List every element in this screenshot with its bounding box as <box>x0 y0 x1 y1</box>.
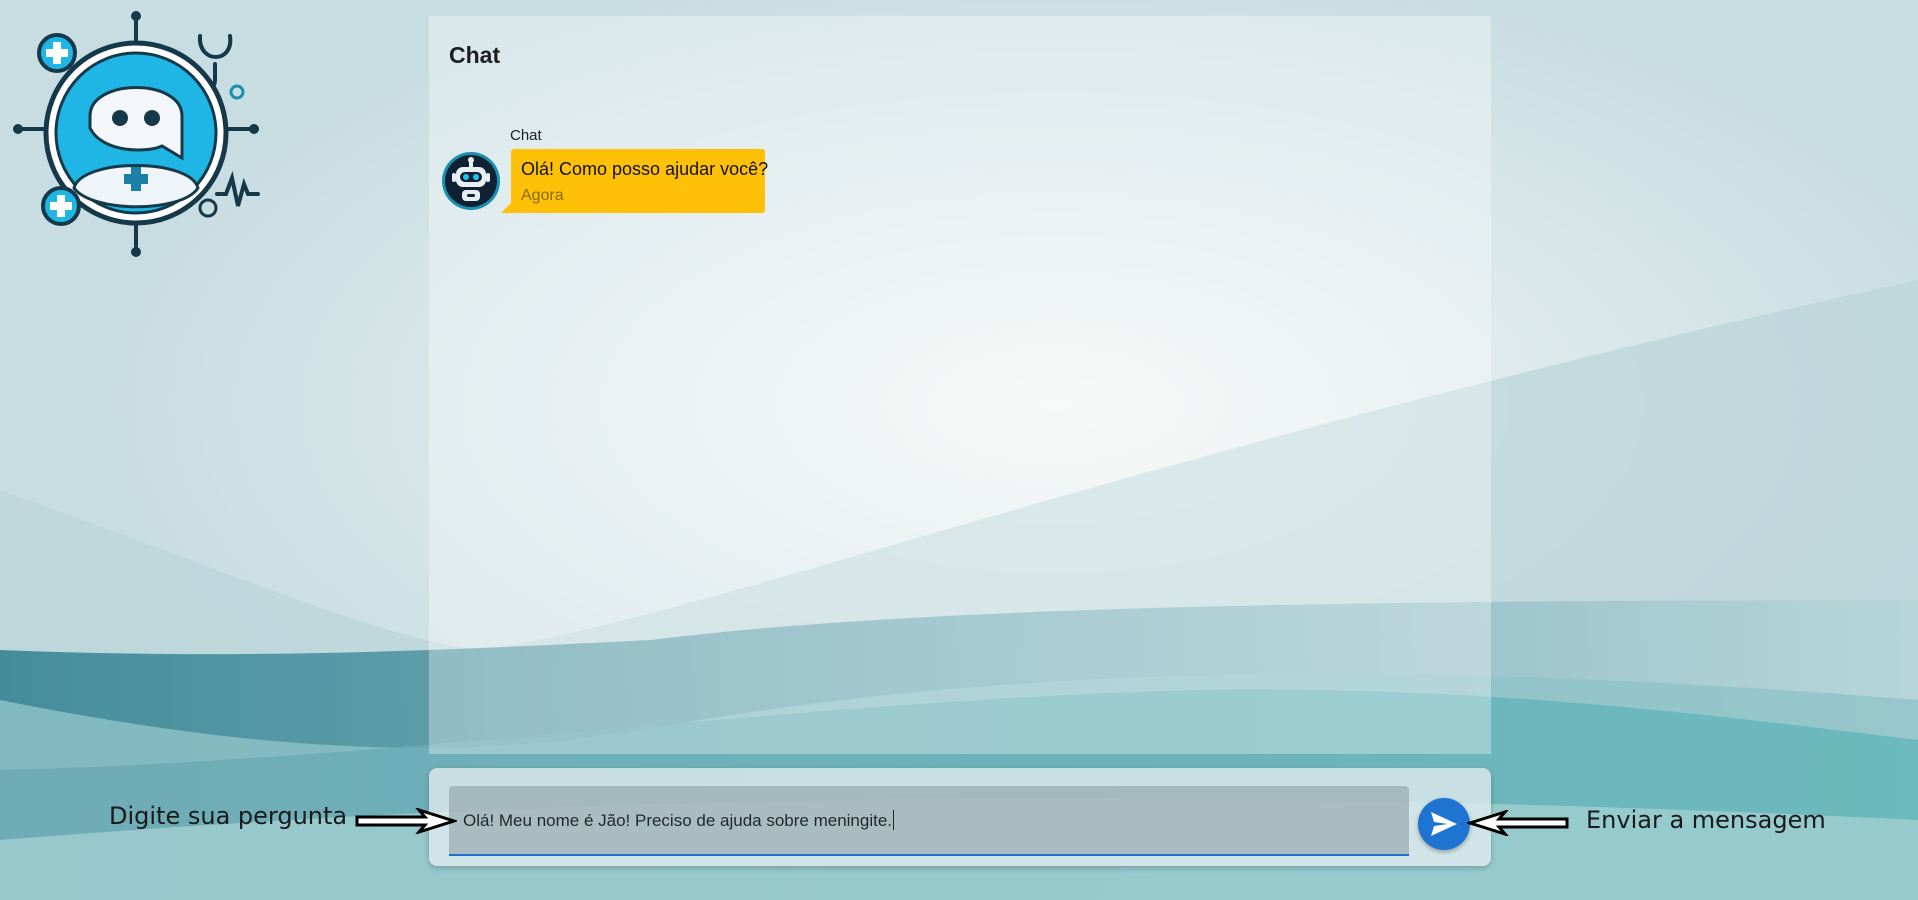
message-input-value: Olá! Meu nome é Jão! Preciso de ajuda so… <box>463 811 893 830</box>
message-composer: Olá! Meu nome é Jão! Preciso de ajuda so… <box>429 768 1491 866</box>
text-caret <box>893 810 895 830</box>
chat-panel: Chat Chat Olá! Como posso ajudar você? A… <box>429 16 1491 754</box>
chat-title: Chat <box>449 42 501 68</box>
send-icon <box>1431 812 1457 836</box>
annotation-send-hint: Enviar a mensagem <box>1586 806 1826 834</box>
send-button[interactable] <box>1418 798 1470 850</box>
arrow-left-icon <box>1467 810 1569 836</box>
message-text: Olá! Como posso ajudar você? <box>521 159 769 179</box>
message-input[interactable]: Olá! Meu nome é Jão! Preciso de ajuda so… <box>449 786 1409 856</box>
arrow-right-icon <box>355 808 457 834</box>
medical-chatbot-logo <box>13 11 260 257</box>
annotation-input-hint: Digite sua pergunta <box>109 802 348 830</box>
bubble-tail <box>501 201 513 213</box>
message-sender: Chat <box>510 127 542 144</box>
message-time: Agora <box>521 187 564 204</box>
robot-icon <box>442 152 500 210</box>
message-bubble: Olá! Como posso ajudar você? Agora <box>501 149 769 213</box>
